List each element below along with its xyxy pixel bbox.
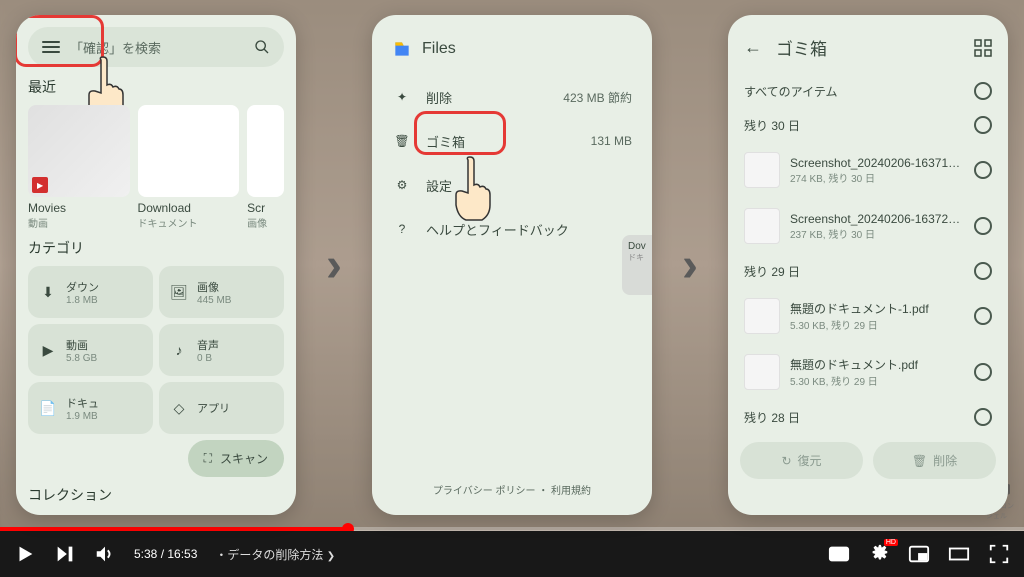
trash-file-row[interactable]: 無題のドキュメント-1.pdf5.30 KB, 残り 29 日 — [740, 288, 996, 344]
file-thumbnail — [744, 354, 780, 390]
drawer-item-trash[interactable]: 🗑 ゴミ箱 131 MB — [384, 119, 640, 163]
group-header[interactable]: 残り 30 日 — [740, 108, 996, 142]
group-header[interactable]: 残り 28 日 — [740, 400, 996, 434]
grid-view-icon[interactable] — [974, 39, 992, 57]
radio-file[interactable] — [974, 161, 992, 179]
music-icon: ♪ — [169, 340, 189, 360]
chevron-right-icon: › — [326, 238, 342, 293]
trash-file-row[interactable]: Screenshot_20240206-163718.png274 KB, 残り… — [740, 142, 996, 198]
chevron-right-icon: ❯ — [327, 551, 335, 562]
phone-screen-3: ← ゴミ箱 すべてのアイテム 残り 30 日 Screenshot_202402… — [728, 15, 1008, 515]
section-collection-title: コレクション — [28, 485, 284, 505]
radio-all[interactable] — [974, 82, 992, 100]
document-thumbnail — [138, 105, 240, 197]
drawer-item-help[interactable]: ? ヘルプとフィードバック — [384, 207, 640, 251]
recent-row: Movies 動画 Download ドキュメント Scr 画像 — [28, 105, 284, 230]
restore-button[interactable]: ↻復元 — [740, 442, 863, 479]
drawer-item-settings[interactable]: ⚙ 設定 — [384, 163, 640, 207]
category-documents[interactable]: 📄ドキュ1.9 MB — [28, 382, 153, 434]
radio-group[interactable] — [974, 408, 992, 426]
category-apps[interactable]: ◇アプリ — [159, 382, 284, 434]
hd-badge: HD — [884, 539, 898, 546]
settings-button[interactable]: HD — [868, 543, 890, 565]
trash-header: ← ゴミ箱 — [740, 27, 996, 74]
category-audio[interactable]: ♪音声0 B — [159, 324, 284, 376]
search-bar[interactable]: 「確認」を検索 — [28, 27, 284, 67]
section-category-title: カテゴリ — [28, 238, 284, 258]
chevron-right-icon: › — [682, 238, 698, 293]
drawer-item-clean[interactable]: ✦ 削除 423 MB 節約 — [384, 75, 640, 119]
radio-group[interactable] — [974, 262, 992, 280]
category-grid: ⬇ダウン1.8 MB 🖼画像445 MB ▶動画5.8 GB ♪音声0 B 📄ド… — [28, 266, 284, 434]
player-controls: 5:38 / 16:53 ・データの削除方法 ❯ HD — [0, 531, 1024, 577]
next-button[interactable] — [54, 543, 76, 565]
theater-button[interactable] — [948, 543, 970, 565]
recent-item[interactable]: Download ドキュメント — [138, 105, 240, 230]
sparkle-icon: ✦ — [392, 87, 412, 107]
delete-icon: 🗑 — [912, 454, 927, 468]
recent-item[interactable]: Movies 動画 — [28, 105, 130, 230]
scan-icon: ⛶ — [204, 451, 212, 466]
restore-icon: ↻ — [781, 454, 791, 468]
gear-icon: ⚙ — [392, 175, 412, 195]
document-icon: 📄 — [38, 398, 58, 418]
trash-actions: ↻復元 🗑削除 — [740, 442, 996, 479]
time-display: 5:38 / 16:53 — [134, 547, 197, 561]
file-thumbnail — [744, 208, 780, 244]
phone-screen-1: 「確認」を検索 最近 Movies 動画 Download ドキュメント Scr… — [16, 15, 296, 515]
image-icon: 🖼 — [169, 282, 189, 302]
help-icon: ? — [392, 219, 412, 239]
image-thumbnail — [247, 105, 284, 197]
trash-icon: 🗑 — [392, 131, 412, 151]
search-placeholder: 「確認」を検索 — [70, 38, 244, 57]
group-header[interactable]: 残り 29 日 — [740, 254, 996, 288]
miniplayer-button[interactable] — [908, 543, 930, 565]
file-thumbnail — [744, 152, 780, 188]
chapter-label[interactable]: ・データの削除方法 ❯ — [215, 546, 335, 563]
category-downloads[interactable]: ⬇ダウン1.8 MB — [28, 266, 153, 318]
volume-button[interactable] — [94, 543, 116, 565]
background-preview: Dovドキ — [622, 235, 652, 295]
recent-item[interactable]: Scr 画像 — [247, 105, 284, 230]
scan-button[interactable]: ⛶スキャン — [188, 440, 284, 477]
video-content: 「確認」を検索 最近 Movies 動画 Download ドキュメント Scr… — [0, 0, 1024, 530]
files-logo-icon — [392, 39, 412, 59]
drawer-footer[interactable]: プライバシー ポリシー ・ 利用規約 — [372, 482, 652, 497]
category-images[interactable]: 🖼画像445 MB — [159, 266, 284, 318]
radio-file[interactable] — [974, 307, 992, 325]
download-icon: ⬇ — [38, 282, 58, 302]
drawer-header: Files — [384, 27, 640, 75]
radio-group[interactable] — [974, 116, 992, 134]
video-icon: ▶ — [38, 340, 58, 360]
radio-file[interactable] — [974, 217, 992, 235]
movie-thumbnail — [28, 105, 130, 197]
trash-file-row[interactable]: Screenshot_20240206-163729.png237 KB, 残り… — [740, 198, 996, 254]
play-button[interactable] — [14, 543, 36, 565]
subtitles-button[interactable] — [828, 543, 850, 565]
section-recent-title: 最近 — [28, 77, 284, 97]
trash-title: ゴミ箱 — [776, 35, 960, 60]
category-videos[interactable]: ▶動画5.8 GB — [28, 324, 153, 376]
app-icon: ◇ — [169, 398, 189, 418]
phone-screen-2: Dovドキ Files ✦ 削除 423 MB 節約 🗑 ゴミ箱 131 MB … — [372, 15, 652, 515]
back-icon[interactable]: ← — [744, 37, 762, 58]
radio-file[interactable] — [974, 363, 992, 381]
trash-file-row[interactable]: 無題のドキュメント.pdf5.30 KB, 残り 29 日 — [740, 344, 996, 400]
drawer-title: Files — [422, 40, 456, 58]
search-icon[interactable] — [254, 39, 270, 55]
all-items-row[interactable]: すべてのアイテム — [740, 74, 996, 108]
file-thumbnail — [744, 298, 780, 334]
delete-button[interactable]: 🗑削除 — [873, 442, 996, 479]
menu-icon[interactable] — [42, 41, 60, 53]
fullscreen-button[interactable] — [988, 543, 1010, 565]
